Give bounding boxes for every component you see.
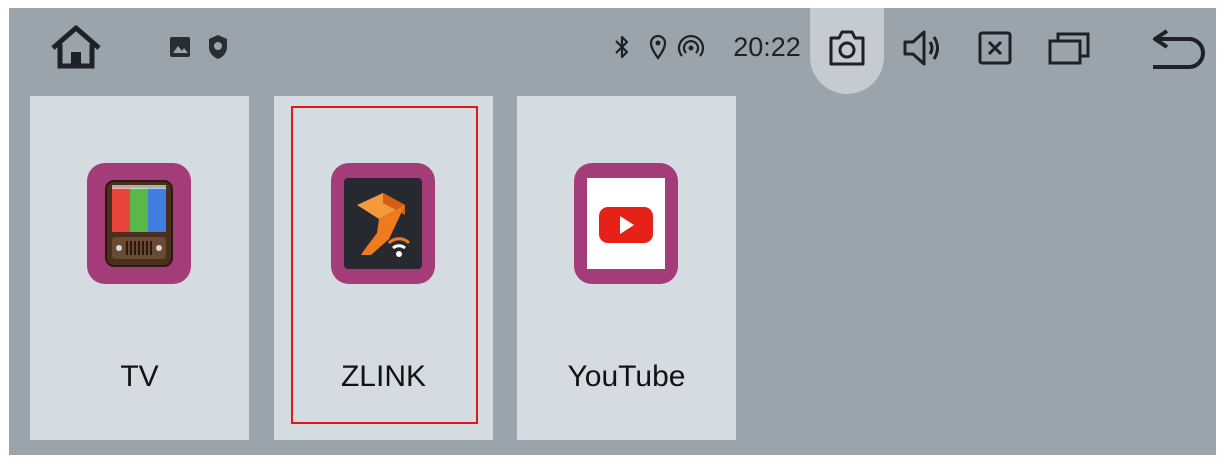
shield-icon bbox=[207, 34, 229, 60]
image-icon bbox=[169, 36, 191, 58]
hotspot-icon bbox=[677, 34, 705, 60]
status-clock: 20:22 bbox=[733, 31, 801, 62]
location-pin-icon bbox=[649, 33, 667, 61]
recent-apps-icon[interactable] bbox=[1041, 26, 1097, 70]
bluetooth-icon bbox=[613, 34, 631, 60]
status-bar: 20:22 bbox=[9, 8, 1216, 94]
close-box-icon[interactable] bbox=[973, 26, 1017, 70]
home-icon[interactable] bbox=[47, 24, 105, 70]
app-label: TV bbox=[120, 360, 159, 393]
app-tile-zlink[interactable]: ZLINK bbox=[274, 96, 493, 440]
tv-app-icon bbox=[87, 163, 191, 284]
app-label: ZLINK bbox=[340, 360, 427, 393]
app-tile-tv[interactable]: TV bbox=[30, 96, 249, 440]
zlink-app-icon bbox=[331, 163, 435, 284]
back-arrow-icon[interactable] bbox=[1147, 24, 1207, 72]
youtube-app-icon bbox=[574, 163, 678, 284]
app-tile-youtube[interactable]: YouTube bbox=[517, 96, 736, 440]
home-screen: 20:22 TV ZLINK YouTube bbox=[9, 8, 1216, 455]
app-label: YouTube bbox=[567, 360, 686, 393]
volume-icon[interactable] bbox=[897, 26, 949, 70]
camera-icon[interactable] bbox=[821, 26, 873, 70]
